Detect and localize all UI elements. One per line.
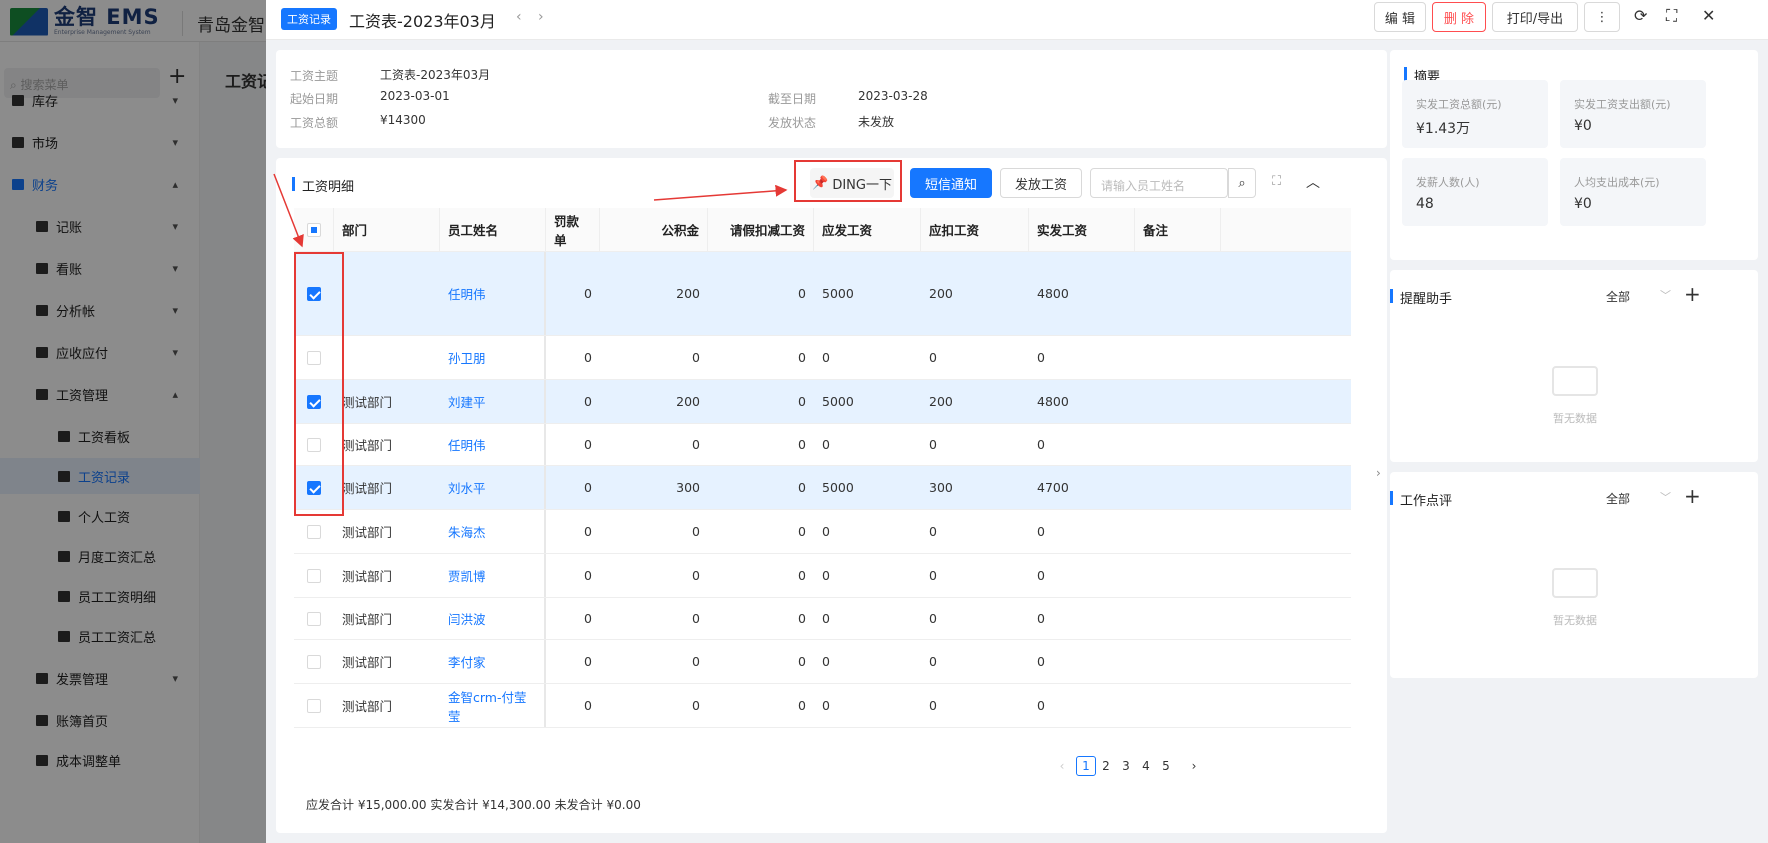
annotation-arrow-down	[273, 173, 304, 248]
annotation-arrow-right	[653, 184, 788, 201]
detail-drawer: 工资记录 工资表-2023年03月 ‹ › 编 辑 删 除 打印/导出 ⋮ ⟳ …	[266, 0, 1768, 843]
annotation-arrows	[273, 173, 788, 248]
